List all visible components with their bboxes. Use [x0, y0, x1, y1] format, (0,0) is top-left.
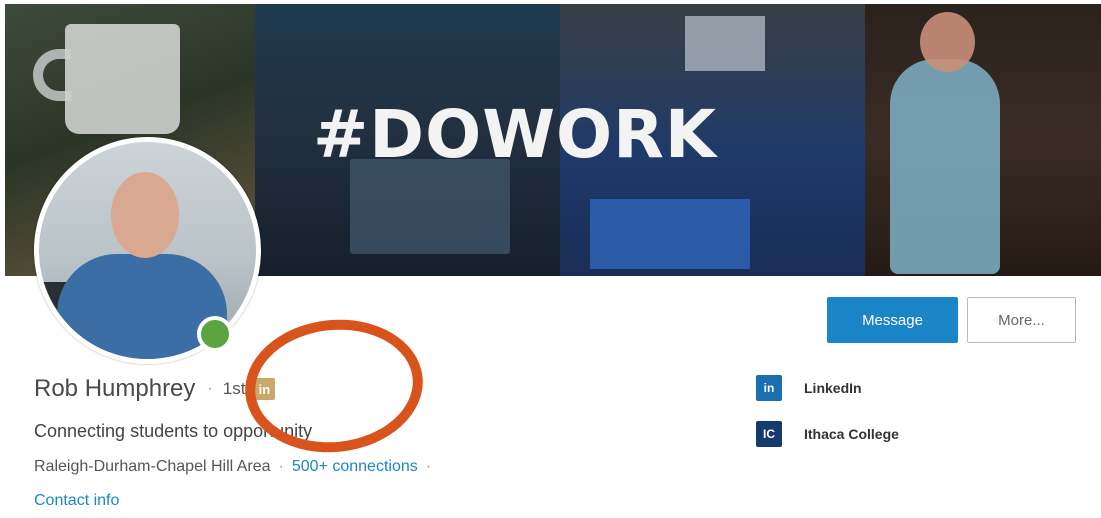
- linkedin-premium-icon: in: [253, 378, 276, 400]
- online-status-icon: [197, 316, 233, 352]
- sign-shape: [685, 16, 765, 71]
- avatar-head: [111, 172, 179, 258]
- avatar-body: [57, 254, 227, 359]
- stage-screen-shape: [590, 199, 750, 269]
- connections-separator: ·: [425, 458, 432, 475]
- location-row: Raleigh-Durham-Chapel Hill Area · 500+ c…: [34, 458, 439, 476]
- linkedin-logo-icon: in: [756, 375, 782, 401]
- connection-degree: 1st: [222, 379, 246, 398]
- name-separator: ·: [207, 380, 213, 397]
- speaker-head: [920, 12, 975, 72]
- sidebar-item-label: LinkedIn: [804, 380, 862, 396]
- contact-info-link[interactable]: Contact info: [34, 492, 119, 510]
- profile-location: Raleigh-Durham-Chapel Hill Area: [34, 458, 271, 475]
- mug-shape: [65, 24, 180, 134]
- sidebar-item-school[interactable]: IC Ithaca College: [756, 421, 899, 447]
- sidebar-item-company[interactable]: in LinkedIn: [756, 375, 862, 401]
- ithaca-college-logo-icon: IC: [756, 421, 782, 447]
- speaker-figure: [890, 59, 1000, 274]
- location-separator: ·: [278, 458, 284, 475]
- more-button[interactable]: More...: [967, 297, 1076, 343]
- message-button[interactable]: Message: [827, 297, 958, 343]
- connections-link[interactable]: 500+ connections: [292, 458, 418, 476]
- profile-headline: Connecting students to opportunity: [34, 421, 313, 441]
- profile-name-row: Rob Humphrey · 1st in: [34, 372, 276, 406]
- cover-title: #DOWORK: [313, 96, 718, 173]
- profile-name: Rob Humphrey: [34, 375, 196, 402]
- sidebar-item-label: Ithaca College: [804, 426, 899, 442]
- projector-screen-shape: [350, 159, 510, 254]
